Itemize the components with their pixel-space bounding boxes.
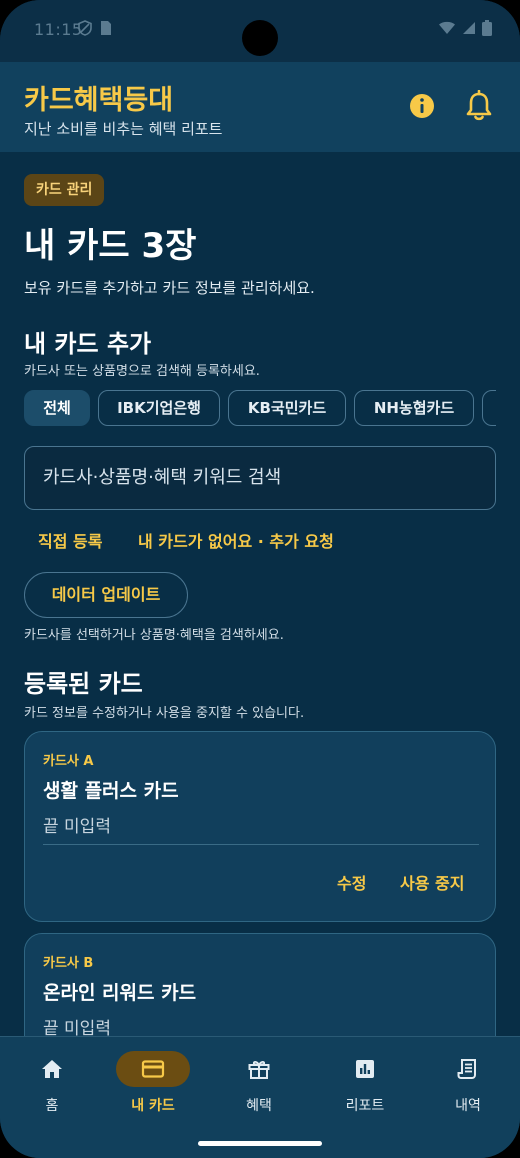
main-content[interactable]: 카드 관리 내 카드 3장 보유 카드를 추가하고 카드 정보를 관리하세요. … (0, 152, 520, 1036)
info-icon[interactable] (408, 92, 436, 120)
gift-icon (248, 1060, 270, 1079)
nav-icon-container (222, 1051, 296, 1087)
page-description: 보유 카드를 추가하고 카드 정보를 관리하세요. (24, 279, 315, 297)
registered-cards-title: 등록된 카드 (24, 670, 143, 698)
add-card-description: 카드사 또는 상품명으로 검색해 등록하세요. (24, 364, 260, 379)
nav-icon-container (15, 1051, 89, 1087)
status-bar: 11:15 (0, 0, 520, 62)
filter-chip-nh[interactable]: NH농협카드 (354, 390, 474, 426)
app-subtitle: 지난 소비를 비추는 혜택 리포트 (24, 120, 223, 138)
home-icon (42, 1060, 62, 1078)
filter-chip-all[interactable]: 전체 (24, 390, 90, 426)
nav-label: 내 카드 (131, 1098, 175, 1114)
manual-register-button[interactable]: 직접 등록 (38, 528, 102, 552)
add-card-title: 내 카드 추가 (24, 330, 152, 358)
credit-card-icon (141, 1060, 165, 1078)
issuer-filter-row: 전체 IBK기업은행 KB국민카드 NH농협카드 (24, 390, 496, 428)
card-last-digits: 끝 미입력 (43, 817, 111, 837)
bell-icon[interactable] (464, 90, 494, 122)
card-name: 온라인 리워드 카드 (43, 982, 197, 1004)
front-camera (242, 20, 278, 56)
nav-label: 홈 (45, 1098, 59, 1114)
nav-label: 혜택 (246, 1098, 272, 1114)
home-indicator[interactable] (198, 1141, 322, 1146)
app-title: 카드혜택등대 (24, 85, 174, 116)
wifi-icon (439, 21, 455, 34)
status-left-icons (78, 20, 112, 36)
data-update-button[interactable]: 데이터 업데이트 (24, 572, 188, 618)
sim-card-icon (101, 21, 111, 35)
nav-item-report[interactable]: 리포트 (313, 1051, 417, 1121)
nav-icon-container (116, 1051, 190, 1087)
shield-icon (78, 20, 92, 36)
card-issuer: 카드사 A (43, 754, 94, 769)
card-search-input[interactable]: 카드사·상품명·혜택 키워드 검색 (24, 446, 496, 510)
nav-item-home[interactable]: 홈 (0, 1051, 104, 1121)
nav-label: 리포트 (345, 1098, 385, 1114)
phone-screen: 11:15 카드혜택등대 지난 소비를 비추는 혜택 리포트 카드 관리 내 카… (0, 0, 520, 1158)
request-add-button[interactable]: 내 카드가 없어요 · 추가 요청 (138, 528, 334, 552)
nav-icon-container (328, 1051, 402, 1087)
registered-card: 카드사 A 생활 플러스 카드 끝 미입력 수정 사용 중지 (24, 731, 496, 922)
edit-card-button[interactable]: 수정 (337, 870, 366, 894)
section-chip: 카드 관리 (24, 174, 105, 206)
app-header: 카드혜택등대 지난 소비를 비추는 혜택 리포트 (0, 62, 520, 152)
filter-chip-more[interactable] (482, 390, 496, 426)
nav-item-history[interactable]: 내역 (416, 1051, 520, 1121)
bar-chart-icon (356, 1060, 374, 1078)
filter-chip-kb[interactable]: KB국민카드 (228, 390, 346, 426)
registered-cards-description: 카드 정보를 수정하거나 사용을 중지할 수 있습니다. (24, 706, 305, 721)
nav-item-my-cards[interactable]: 내 카드 (101, 1051, 205, 1121)
nav-label: 내역 (455, 1098, 481, 1114)
card-name: 생활 플러스 카드 (43, 780, 179, 802)
battery-icon (482, 20, 492, 36)
nav-item-benefits[interactable]: 혜택 (207, 1051, 311, 1121)
card-divider (43, 844, 479, 845)
signal-icon (463, 22, 475, 34)
status-time: 11:15 (34, 20, 83, 39)
nav-icon-container (431, 1051, 505, 1087)
search-hint: 카드사를 선택하거나 상품명·혜택을 검색하세요. (24, 628, 284, 643)
registered-card: 카드사 B 온라인 리워드 카드 끝 미입력 (24, 933, 496, 1036)
receipt-icon (457, 1059, 476, 1079)
card-last-digits: 끝 미입력 (43, 1019, 111, 1036)
bottom-navigation: 홈 내 카드 혜택 리포트 내역 (0, 1036, 520, 1158)
filter-chip-ibk[interactable]: IBK기업은행 (98, 390, 220, 426)
card-issuer: 카드사 B (43, 956, 94, 971)
suspend-card-button[interactable]: 사용 중지 (400, 870, 464, 894)
page-title: 내 카드 3장 (24, 226, 197, 266)
status-right-icons (438, 20, 492, 36)
